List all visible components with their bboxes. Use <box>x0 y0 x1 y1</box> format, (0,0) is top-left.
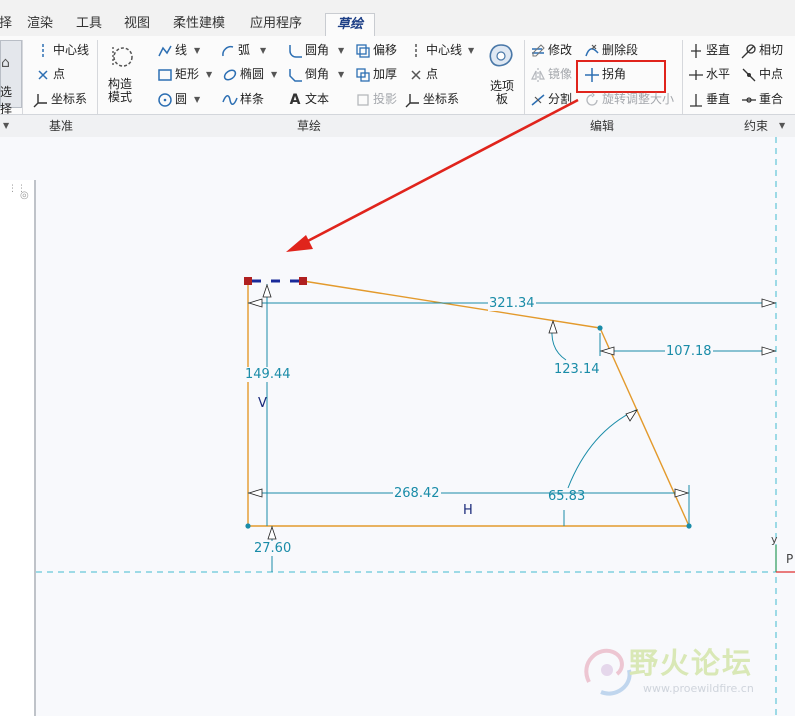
dimension-bottom-width[interactable]: 268.42 <box>393 486 441 501</box>
vertex <box>597 325 603 331</box>
dimension-arrowhead <box>267 525 277 540</box>
dimension-arrowhead <box>761 346 777 356</box>
annotation-arrow-line <box>301 98 579 246</box>
dimension-arrowhead <box>247 488 263 498</box>
axis-label-y: y <box>771 533 778 546</box>
dimension-arrowhead <box>548 319 558 334</box>
horizontal-constraint-label: H <box>463 503 473 518</box>
profile-top-slant-edge <box>302 280 601 329</box>
axis-label-p: P <box>786 552 794 566</box>
dimension-arrowhead <box>262 283 272 298</box>
annotation-arrowhead <box>286 235 313 252</box>
dimension-arrowhead <box>674 488 690 498</box>
vertex <box>245 523 251 529</box>
dimension-arrowhead <box>247 298 263 308</box>
selection-handle-left <box>244 277 252 285</box>
vertical-constraint-label: V <box>258 396 267 411</box>
dimension-angle-bottom[interactable]: 65.83 <box>548 489 585 504</box>
selection-handle-right <box>299 277 307 285</box>
watermark-title: 野火论坛 <box>629 646 754 680</box>
dimension-top-width[interactable]: 321.34 <box>488 296 536 311</box>
dimension-bottom-offset[interactable]: 27.60 <box>253 541 293 556</box>
dimension-arrowhead <box>625 409 638 422</box>
watermark-url: www.proewildfire.cn <box>643 682 754 695</box>
dimension-arrowhead <box>761 298 777 308</box>
dimension-arrowhead <box>599 346 615 356</box>
dimension-height[interactable]: 149.44 <box>244 367 292 382</box>
angle-arc-bottom <box>567 409 637 489</box>
dimension-angle-top[interactable]: 123.14 <box>554 362 600 377</box>
watermark: 野火论坛 www.proewildfire.cn <box>579 638 789 708</box>
dimension-right-offset[interactable]: 107.18 <box>665 344 713 359</box>
